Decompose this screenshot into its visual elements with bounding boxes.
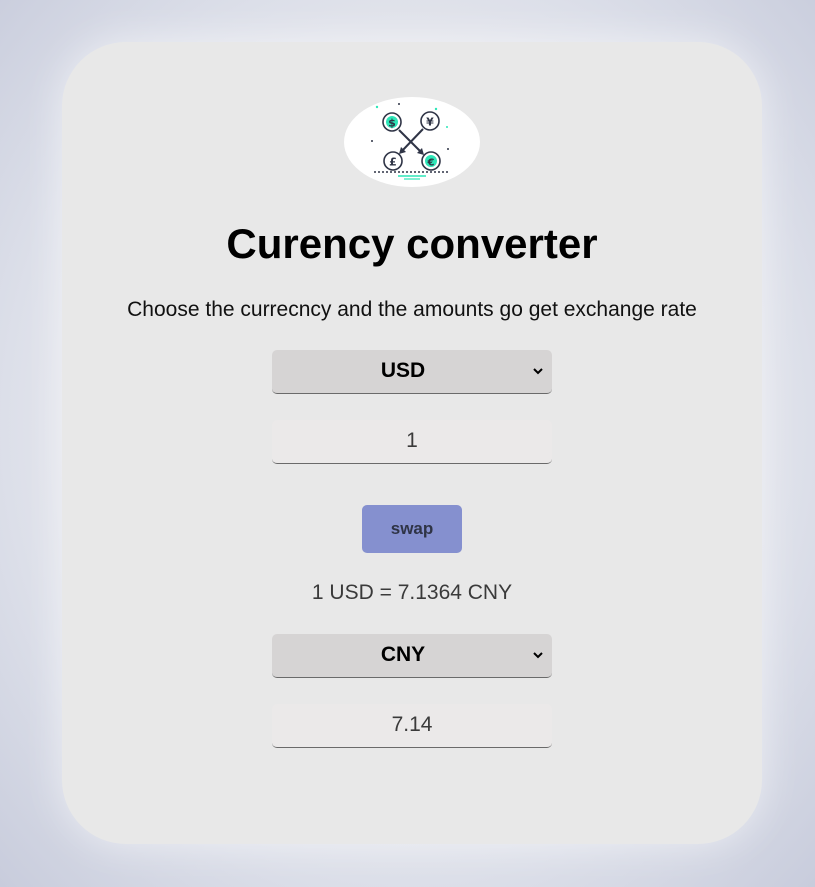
currency-exchange-icon: $ ¥ £ €: [344, 97, 480, 187]
chevron-down-icon: [533, 652, 543, 659]
exchange-rate-text: 1 USD = 7.1364 CNY: [311, 581, 513, 604]
page-subtitle: Choose the currecncy and the amounts go …: [127, 298, 697, 321]
to-amount-field-wrapper: [272, 704, 552, 748]
svg-text:¥: ¥: [426, 116, 434, 129]
svg-text:€: €: [427, 158, 435, 169]
from-amount-field-wrapper: [272, 420, 552, 464]
converter-card: $ ¥ £ € Curency converter Choose the cur…: [62, 42, 762, 844]
svg-text:£: £: [389, 156, 397, 169]
from-currency-select[interactable]: USD: [272, 350, 552, 394]
from-amount-input[interactable]: [272, 420, 552, 462]
svg-text:$: $: [388, 117, 396, 130]
swap-button[interactable]: swap: [362, 505, 462, 553]
to-amount-input[interactable]: [272, 704, 552, 746]
to-currency-select[interactable]: CNY: [272, 634, 552, 678]
to-currency-value: CNY: [380, 643, 426, 666]
page-title: Curency converter: [226, 220, 598, 267]
chevron-down-icon: [533, 368, 543, 375]
from-currency-value: USD: [380, 359, 426, 382]
